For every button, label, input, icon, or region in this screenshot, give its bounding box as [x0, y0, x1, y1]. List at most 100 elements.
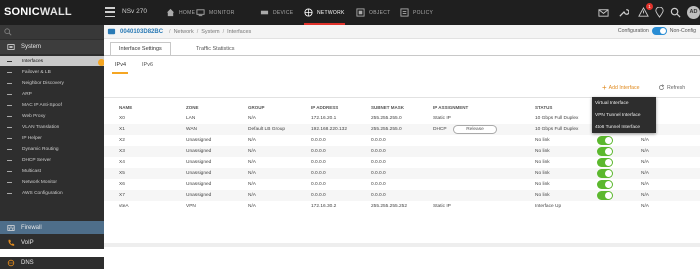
sidebar-item-ip-helper[interactable]: IP Helper — [0, 133, 104, 143]
header-ip-assignment[interactable]: IP ASSIGNMENT — [433, 105, 468, 110]
sidebar-item-arp[interactable]: ARP — [0, 89, 104, 99]
interface-enable-toggle[interactable] — [597, 169, 613, 178]
interface-enable-toggle[interactable] — [597, 180, 613, 189]
menu-item-virtual-interface[interactable]: Virtual Interface — [592, 97, 656, 109]
sidebar-item-neighbor-discovery[interactable]: Neighbor Discovery — [0, 78, 104, 88]
sidebar-item-multicast[interactable]: Multicast — [0, 166, 104, 176]
cell-assign: Static IP — [433, 204, 451, 209]
nav-tab-policy[interactable]: POLICY — [400, 0, 433, 25]
sidebar-item-vlan-translation[interactable]: VLAN Translation — [0, 122, 104, 132]
interface-enable-toggle[interactable] — [597, 158, 613, 167]
cell-mask: 0.0.0.0 — [371, 182, 386, 187]
menu-item-4to6-tunnel-interface[interactable]: 4to6 Tunnel Interface — [592, 121, 656, 133]
sidebar-section-firewall[interactable]: Firewall — [0, 221, 104, 234]
sidebar-item-dynamic-routing[interactable]: Dynamic Routing — [0, 144, 104, 154]
sonicwall-logo[interactable]: SONICWALL — [4, 6, 72, 18]
cell-mgmt: N/A — [641, 193, 649, 198]
cell-status: No link — [535, 149, 550, 154]
cell-mgmt: N/A — [641, 171, 649, 176]
cell-mask: 0.0.0.0 — [371, 138, 386, 143]
cell-name: vteA — [119, 204, 129, 209]
refresh-button[interactable]: Refresh — [658, 84, 685, 91]
interface-enable-toggle[interactable] — [597, 147, 613, 156]
sidebar-item-mac-ip-anti-spoof[interactable]: MAC IP Anti-Spoof — [0, 100, 104, 110]
cell-mask: 255.255.255.0 — [371, 116, 402, 121]
cell-group: N/A — [248, 171, 256, 176]
device-serial[interactable]: 0040103D82BC — [120, 29, 163, 35]
table-row[interactable]: X6 Unassigned N/A 0.0.0.0 0.0.0.0 No link N/A — [104, 179, 700, 190]
sidebar-item-interfaces[interactable]: Interfaces — [0, 56, 104, 66]
sidebar-section-system[interactable]: System — [0, 40, 104, 54]
cell-status: No link — [535, 138, 550, 143]
sidebar: System Interfaces Failover & LB Neighbor… — [0, 25, 104, 269]
cell-zone: Unassigned — [186, 138, 212, 143]
cell-status: 10 Gbps Full Duplex — [535, 127, 579, 132]
cell-mask: 0.0.0.0 — [371, 149, 386, 154]
interface-enable-toggle[interactable] — [597, 136, 613, 145]
menu-item-vpn-tunnel-interface[interactable]: VPN Tunnel Interface — [592, 109, 656, 121]
cell-mask: 0.0.0.0 — [371, 160, 386, 165]
cell-zone: VPN — [186, 204, 196, 209]
header-ip-address[interactable]: IP ADDRESS — [311, 105, 338, 110]
sidebar-item-network-monitor[interactable]: Network Monitor — [0, 177, 104, 187]
horizontal-scrollbar[interactable] — [104, 243, 700, 247]
cell-mask: 0.0.0.0 — [371, 193, 386, 198]
cell-ip: 172.16.30.2 — [311, 204, 337, 209]
sidebar-section-voip[interactable]: VoIP — [0, 237, 104, 249]
nav-tab-network[interactable]: NETWORK — [304, 0, 345, 25]
add-interface-button[interactable]: + Add Interface — [602, 84, 640, 92]
config-mode-toggle[interactable] — [651, 27, 667, 35]
table-row[interactable]: X7 Unassigned N/A 0.0.0.0 0.0.0.0 No link N/A — [104, 190, 700, 201]
tab-interface-settings[interactable]: Interface Settings — [110, 42, 171, 56]
header-zone[interactable]: ZONE — [186, 105, 199, 110]
sidebar-item-web-proxy[interactable]: Web Proxy — [0, 111, 104, 121]
table-row[interactable]: X4 Unassigned N/A 0.0.0.0 0.0.0.0 No link N/A — [104, 157, 700, 168]
header-status[interactable]: STATUS — [535, 105, 552, 110]
search-icon[interactable] — [670, 7, 681, 18]
cell-ip: 0.0.0.0 — [311, 182, 326, 187]
user-avatar[interactable]: AD — [687, 6, 700, 19]
nav-tab-home[interactable]: HOME — [166, 0, 195, 25]
mail-icon[interactable] — [598, 7, 609, 18]
sidebar-item-failover[interactable]: Failover & LB — [0, 67, 104, 77]
table-row[interactable]: X3 Unassigned N/A 0.0.0.0 0.0.0.0 No link N/A — [104, 146, 700, 157]
sidebar-search[interactable] — [0, 25, 104, 39]
sidebar-item-dhcp-server[interactable]: DHCP Server — [0, 155, 104, 165]
cell-name: X6 — [119, 182, 125, 187]
system-icon — [7, 44, 15, 50]
location-icon[interactable] — [654, 7, 665, 18]
cell-ip: 0.0.0.0 — [311, 193, 326, 198]
cell-mgmt: N/A — [641, 149, 649, 154]
table-row[interactable]: X2 Unassigned N/A 0.0.0.0 0.0.0.0 No link N/A — [104, 135, 700, 146]
breadcrumb-network[interactable]: Network — [174, 29, 194, 35]
table-row[interactable]: vteA VPN N/A 172.16.30.2 255.255.255.252 Stat… — [104, 201, 700, 212]
nav-tab-monitor[interactable]: MONITOR — [196, 0, 235, 25]
cell-zone: Unassigned — [186, 160, 212, 165]
nav-tab-object[interactable]: OBJECT — [356, 0, 391, 25]
sidebar-section-dns[interactable]: DNS — [0, 257, 104, 269]
tab-ipv6[interactable]: IPv6 — [142, 62, 153, 68]
tools-icon[interactable] — [618, 7, 629, 18]
plus-icon: + — [602, 83, 607, 92]
nav-tab-device[interactable]: DEVICE — [260, 0, 293, 25]
release-button[interactable]: Release — [453, 125, 497, 134]
tab-ipv4[interactable]: IPv4 — [115, 62, 126, 68]
tab-traffic-statistics[interactable]: Traffic Statistics — [188, 42, 243, 56]
menu-toggle-icon[interactable] — [105, 6, 115, 18]
cell-zone: Unassigned — [186, 149, 212, 154]
header-name[interactable]: NAME — [119, 105, 132, 110]
header-group[interactable]: GROUP — [248, 105, 265, 110]
cell-assign: DHCP — [433, 127, 447, 132]
cell-name: X7 — [119, 193, 125, 198]
breadcrumb-system[interactable]: System — [201, 29, 219, 35]
main-content: 0040103D82BC / Network / System / Interf… — [104, 25, 700, 247]
cell-status: No link — [535, 160, 550, 165]
cell-mgmt: N/A — [641, 160, 649, 165]
table-row[interactable]: X5 Unassigned N/A 0.0.0.0 0.0.0.0 No link N/A — [104, 168, 700, 179]
header-subnet-mask[interactable]: SUBNET MASK — [371, 105, 404, 110]
cell-assign: Static IP — [433, 116, 451, 121]
dns-icon — [7, 259, 15, 267]
cell-group: N/A — [248, 116, 256, 121]
interface-enable-toggle[interactable] — [597, 191, 613, 200]
sidebar-item-aws-configuration[interactable]: AWS Configuration — [0, 188, 104, 198]
